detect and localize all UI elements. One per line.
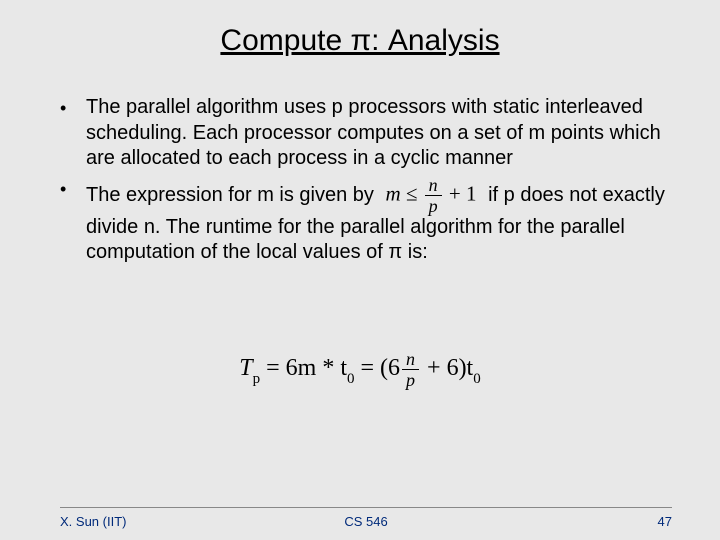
math-tail: + 1 bbox=[449, 181, 477, 205]
slide: Compute π: Analysis • The parallel algor… bbox=[0, 0, 720, 540]
bullet-marker: • bbox=[60, 95, 86, 172]
slide-body: • The parallel algorithm uses p processo… bbox=[60, 95, 670, 270]
eq-text: + 6)t bbox=[421, 355, 473, 381]
eq-var: T bbox=[239, 355, 252, 381]
footer-course: CS 546 bbox=[60, 514, 672, 529]
footer: X. Sun (IIT) CS 546 47 bbox=[60, 507, 672, 514]
math-lhs: m ≤ bbox=[385, 181, 417, 205]
footer-page-number: 47 bbox=[658, 514, 672, 529]
eq-sub: 0 bbox=[347, 371, 355, 387]
fraction-numerator: n bbox=[402, 350, 419, 370]
eq-sub: 0 bbox=[473, 371, 481, 387]
eq-text: = 6m * t bbox=[260, 355, 347, 381]
bullet-item: • The expression for m is given by m ≤ n… bbox=[60, 176, 670, 266]
text-fragment: The expression for m is given by bbox=[86, 184, 379, 206]
fraction-numerator: n bbox=[425, 176, 442, 196]
bullet-text: The parallel algorithm uses p processors… bbox=[86, 95, 670, 172]
bullet-marker: • bbox=[60, 176, 86, 266]
eq-text: = (6 bbox=[355, 355, 401, 381]
eq-sub: p bbox=[253, 371, 261, 387]
fraction: np bbox=[400, 350, 421, 389]
inline-formula: m ≤ n p + 1 bbox=[379, 176, 482, 215]
bullet-text: The expression for m is given by m ≤ n p… bbox=[86, 176, 670, 266]
slide-title: Compute π: Analysis bbox=[0, 24, 720, 58]
fraction-denominator: p bbox=[402, 370, 419, 389]
display-equation: Tp = 6m * t0 = (6np + 6)t0 bbox=[0, 350, 720, 389]
bullet-item: • The parallel algorithm uses p processo… bbox=[60, 95, 670, 172]
fraction-denominator: p bbox=[425, 196, 442, 215]
fraction: n p bbox=[423, 176, 444, 215]
